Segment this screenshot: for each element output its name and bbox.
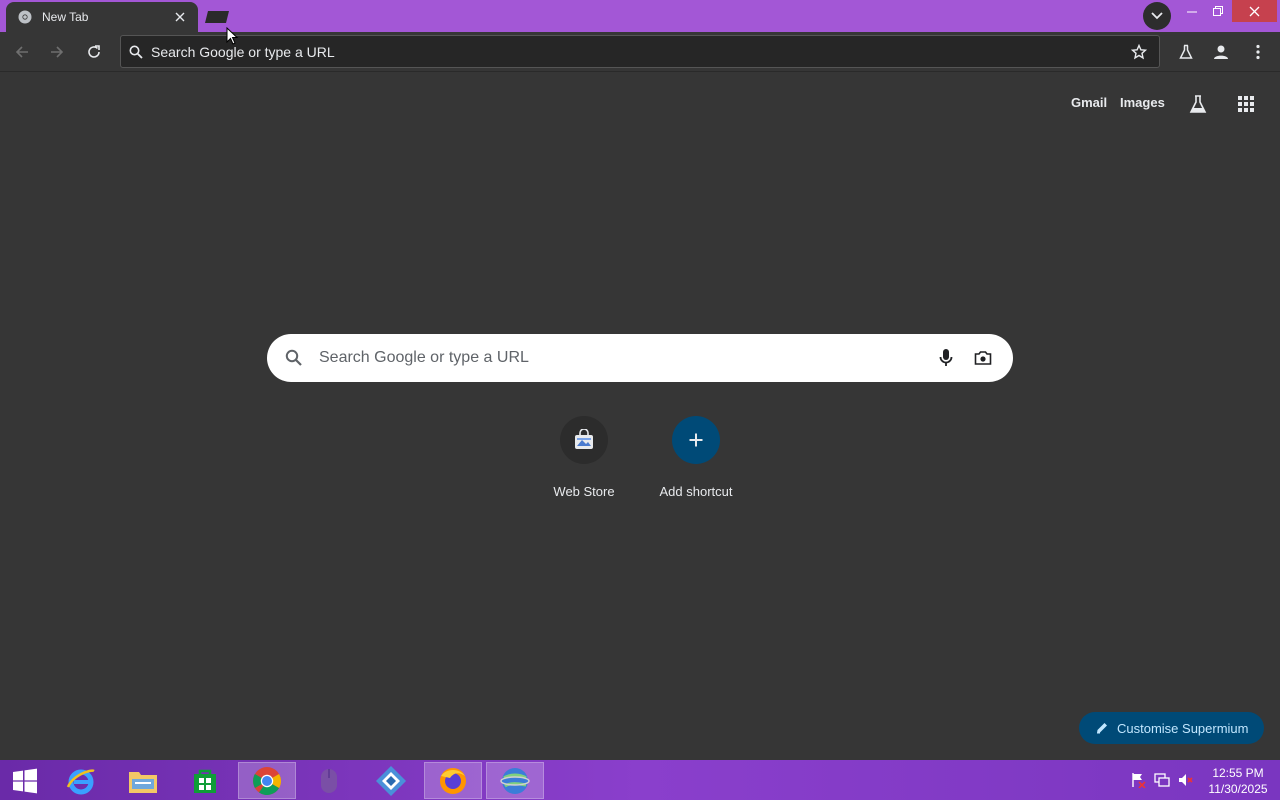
profile-avatar-icon[interactable] (1207, 38, 1235, 66)
tab-search-button[interactable] (1143, 2, 1171, 30)
labs-flask-icon[interactable] (1172, 38, 1200, 66)
pencil-icon (1095, 721, 1109, 735)
labs-icon[interactable] (1186, 92, 1210, 116)
restore-button[interactable] (1203, 0, 1233, 22)
chrome-favicon-icon (18, 10, 32, 24)
shortcut-label: Add shortcut (659, 484, 733, 499)
file-explorer-icon[interactable] (114, 762, 172, 799)
voice-search-mic-icon[interactable] (934, 346, 958, 370)
network-app-icon[interactable] (362, 762, 420, 799)
search-icon (129, 45, 143, 59)
web-store-icon (560, 416, 608, 464)
clock-date: 11/30/2025 (1208, 782, 1268, 796)
shortcut-web-store[interactable]: Web Store (528, 414, 640, 510)
images-link[interactable]: Images (1120, 95, 1165, 110)
tab-close-icon[interactable] (172, 9, 188, 25)
tab-title: New Tab (42, 10, 89, 24)
ntp-search-placeholder: Search Google or type a URL (319, 349, 529, 366)
tab-new-tab[interactable]: New Tab (6, 2, 198, 32)
shortcut-label: Web Store (553, 484, 615, 499)
back-button[interactable] (8, 38, 36, 66)
internet-explorer-icon[interactable] (52, 762, 110, 799)
shortcut-add[interactable]: Add shortcut (640, 414, 752, 510)
reload-button[interactable] (80, 38, 108, 66)
taskbar-clock[interactable]: 12:55 PM 11/30/2025 (1202, 765, 1274, 797)
customise-label: Customise Supermium (1117, 720, 1249, 736)
clock-time: 12:55 PM (1212, 766, 1264, 780)
mouse-app-icon[interactable] (300, 762, 358, 799)
action-center-flag-icon[interactable] (1130, 772, 1146, 788)
plus-icon (672, 416, 720, 464)
forward-button[interactable] (43, 38, 71, 66)
bookmark-star-icon[interactable] (1131, 43, 1147, 60)
apps-grid-icon[interactable] (1234, 92, 1258, 116)
ntp-search-box[interactable]: Search Google or type a URL (267, 334, 1013, 382)
browser-menu-icon[interactable] (1244, 38, 1272, 66)
chrome-icon[interactable] (238, 762, 296, 799)
network-icon[interactable] (1154, 772, 1170, 788)
browser-toolbar: Search Google or type a URL (0, 32, 1280, 72)
close-window-button[interactable] (1232, 0, 1277, 22)
store-icon[interactable] (176, 762, 234, 799)
customise-button[interactable]: Customise Supermium (1079, 712, 1264, 744)
new-tab-button[interactable] (203, 8, 231, 25)
mouse-cursor-icon (226, 26, 239, 50)
address-bar[interactable]: Search Google or type a URL (120, 35, 1160, 68)
tab-strip: New Tab (0, 0, 1280, 32)
firefox-icon[interactable] (424, 762, 482, 799)
image-search-camera-icon[interactable] (971, 346, 995, 370)
address-bar-placeholder: Search Google or type a URL (151, 43, 335, 60)
taskbar (0, 760, 1280, 800)
gmail-link[interactable]: Gmail (1071, 95, 1107, 110)
globe-app-icon[interactable] (486, 762, 544, 799)
search-icon (285, 349, 303, 367)
start-button-windows-icon[interactable] (0, 762, 50, 799)
volume-muted-icon[interactable] (1178, 772, 1194, 788)
